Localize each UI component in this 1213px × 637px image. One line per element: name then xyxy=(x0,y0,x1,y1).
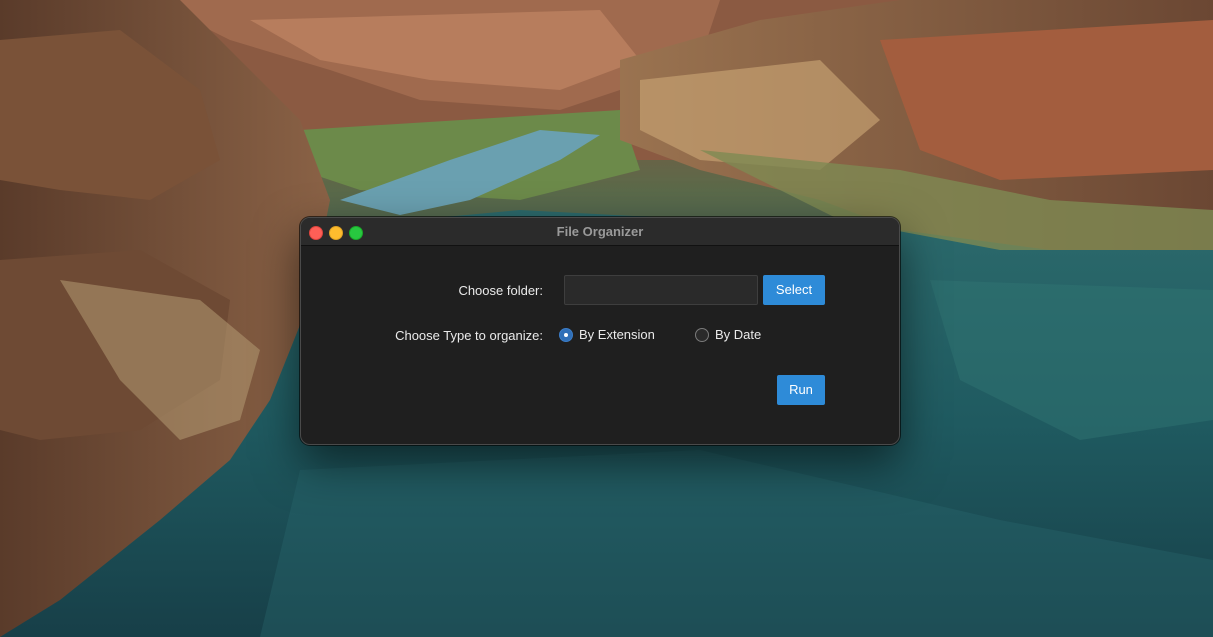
window-title: File Organizer xyxy=(556,224,644,239)
radio-by-date-label: By Date xyxy=(715,327,762,342)
file-organizer-window: File Organizer Choose folder: Select Cho… xyxy=(300,217,900,445)
radio-checked-indicator[interactable] xyxy=(559,328,573,342)
titlebar[interactable]: File Organizer xyxy=(301,218,899,246)
select-folder-button[interactable]: Select xyxy=(763,275,825,305)
run-button[interactable]: Run xyxy=(777,375,825,405)
choose-folder-label: Choose folder: xyxy=(458,283,543,298)
choose-type-label: Choose Type to organize: xyxy=(395,328,543,343)
radio-by-extension-label: By Extension xyxy=(579,327,655,342)
folder-path-input[interactable] xyxy=(564,275,758,305)
desktop: File Organizer Choose folder: Select Cho… xyxy=(0,0,1213,637)
radio-unchecked-indicator[interactable] xyxy=(695,328,709,342)
